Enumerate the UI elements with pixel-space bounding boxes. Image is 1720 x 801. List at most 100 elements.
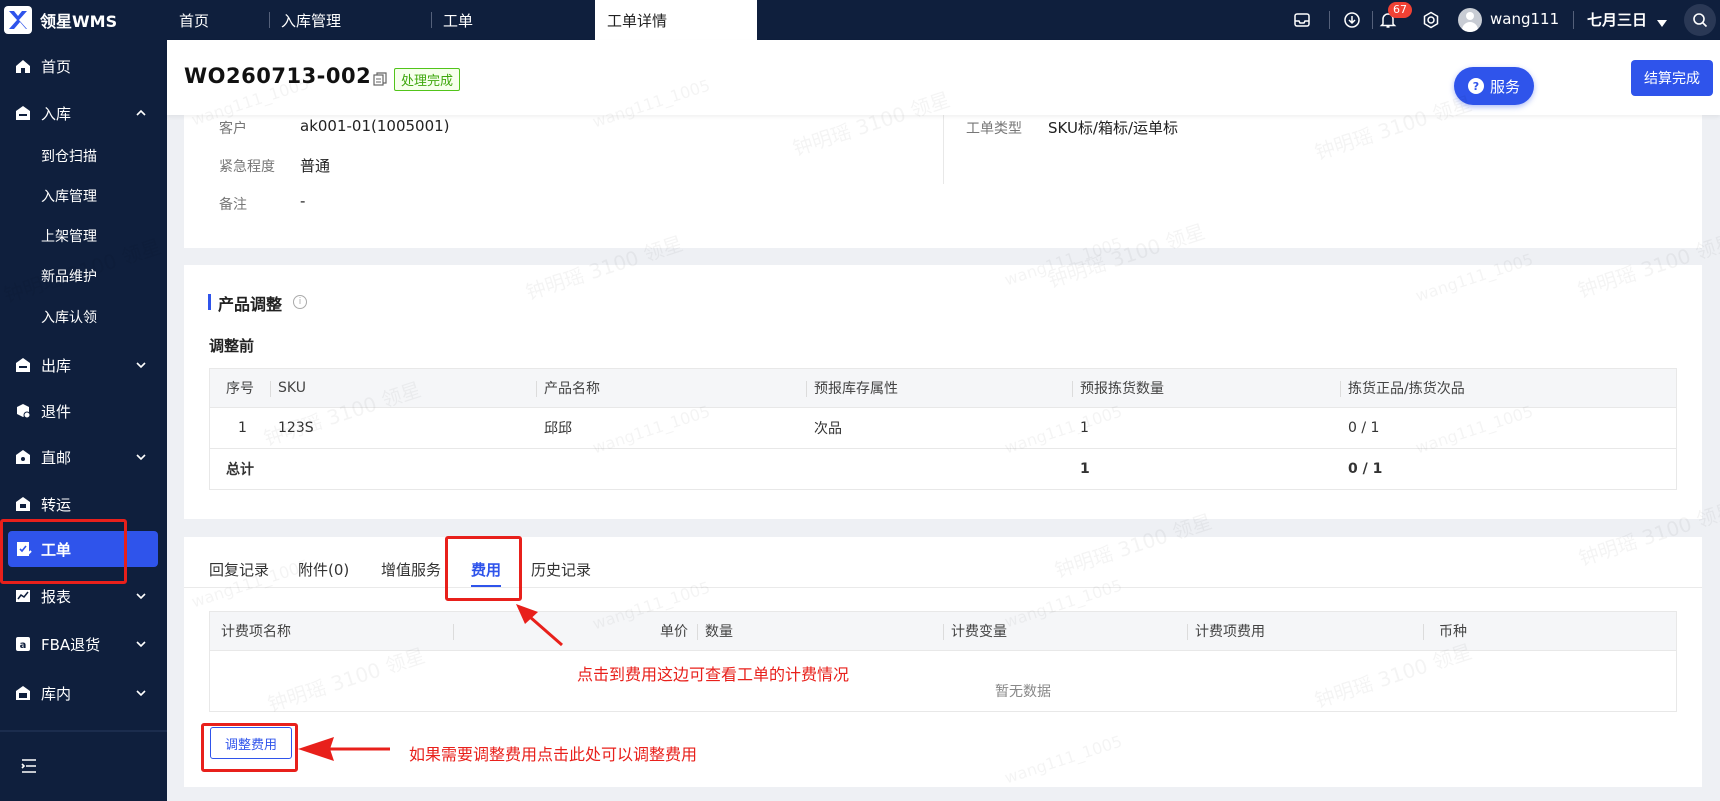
sidebar-subitem-inbound-management[interactable]: 入库管理 — [41, 186, 97, 206]
fba-return-icon: a — [16, 637, 30, 651]
caret-down-icon[interactable] — [1657, 16, 1667, 32]
chevron-down-icon — [136, 641, 146, 648]
column-header: 单价 — [660, 624, 688, 640]
inbox-icon[interactable] — [1290, 8, 1314, 32]
sidebar-item-label: 首页 — [41, 57, 72, 76]
column-header: 币种 — [1439, 624, 1467, 640]
tab-home[interactable]: 首页 — [167, 0, 269, 40]
sidebar-item-warehouse[interactable]: 库内 — [0, 673, 167, 713]
tab-label: 首页 — [179, 11, 210, 30]
column-header: 计费变量 — [951, 624, 1007, 640]
type-label: 工单类型 — [966, 121, 1022, 137]
sidebar-subitem-new-product[interactable]: 新品维护 — [41, 266, 97, 286]
sidebar: 首页 入库 到仓扫描 入库管理 上架管理 新品维护 入库认领 出库 退件 直邮 … — [0, 40, 167, 801]
notification-badge: 67 — [1388, 2, 1412, 18]
info-divider — [943, 114, 944, 184]
report-icon — [16, 590, 30, 602]
date-selector[interactable]: 七月三日 — [1587, 9, 1647, 30]
sidebar-item-home[interactable]: 首页 — [0, 46, 167, 86]
remark-label: 备注 — [219, 197, 247, 213]
transfer-icon — [16, 497, 30, 511]
tab-label: 工单详情 — [607, 11, 668, 30]
copy-icon[interactable] — [373, 72, 387, 86]
chevron-down-icon — [136, 454, 146, 461]
tab-work-order[interactable]: 工单 — [431, 0, 595, 40]
sidebar-subitem-inbound-claim[interactable]: 入库认领 — [41, 307, 97, 327]
tab-separator — [269, 12, 270, 28]
column-header: 预报库存属性 — [814, 381, 898, 397]
table-header: 序号 SKU 产品名称 预报库存属性 预报拣货数量 拣货正品/拣货次品 — [210, 369, 1676, 408]
sidebar-item-direct-mail[interactable]: 直邮 — [0, 437, 167, 477]
type-value: SKU标/箱标/运单标 — [1048, 119, 1179, 137]
tab-value-added-services[interactable]: 增值服务 — [381, 559, 441, 580]
brand-name: 领星WMS — [40, 12, 118, 31]
avatar[interactable] — [1458, 8, 1482, 32]
search-button[interactable] — [1684, 4, 1716, 36]
highlight-box-fee-tab — [445, 536, 522, 601]
customer-label: 客户 — [219, 121, 247, 137]
column-header: SKU — [278, 380, 306, 396]
column-separator — [806, 381, 807, 397]
customer-value: ak001-01(1005001) — [300, 117, 450, 135]
tab-reply-records[interactable]: 回复记录 — [209, 559, 269, 580]
tab-attachments[interactable]: 附件(0) — [298, 559, 349, 580]
settings-icon[interactable] — [1419, 8, 1443, 32]
info-icon[interactable]: i — [293, 295, 307, 309]
table-row: 1 123S 邱邱 次品 1 0 / 1 — [210, 408, 1676, 449]
product-table: 序号 SKU 产品名称 预报库存属性 预报拣货数量 拣货正品/拣货次品 1 12… — [209, 368, 1677, 490]
sidebar-item-returns[interactable]: 退件 — [0, 391, 167, 431]
adjust-fee-annotation: 如果需要调整费用点击此处可以调整费用 — [409, 745, 698, 764]
cell-stock-attribute: 次品 — [814, 421, 842, 437]
return-icon — [17, 404, 31, 419]
sidebar-item-outbound[interactable]: 出库 — [0, 345, 167, 385]
total-label: 总计 — [226, 462, 254, 478]
tab-separator — [431, 12, 432, 28]
download-icon[interactable] — [1340, 8, 1364, 32]
sidebar-subitem-arrival-scan[interactable]: 到仓扫描 — [41, 146, 97, 166]
column-header: 计费项费用 — [1195, 624, 1265, 640]
sidebar-item-inbound[interactable]: 入库 — [0, 93, 167, 133]
sidebar-item-transfer[interactable]: 转运 — [0, 484, 167, 524]
column-separator — [1340, 381, 1341, 397]
username[interactable]: wang111 — [1490, 10, 1559, 28]
brand[interactable]: 领星WMS — [0, 0, 167, 40]
tab-label: 工单 — [443, 11, 474, 30]
section-title: 产品调整 — [208, 291, 282, 315]
cell-index: 1 — [238, 420, 247, 436]
service-button[interactable]: ? 服务 — [1454, 67, 1534, 105]
fee-tab-annotation: 点击到费用这边可查看工单的计费情况 — [577, 665, 850, 684]
cell-picked: 0 / 1 — [1348, 420, 1380, 436]
divider — [1372, 11, 1373, 29]
work-order-header: WO260713-002 处理完成 ? 服务 结算完成 — [167, 40, 1720, 115]
sidebar-item-label: 退件 — [41, 402, 72, 421]
table-header: 计费项名称 单价 数量 计费变量 计费项费用 币种 — [210, 612, 1676, 651]
empty-text: 暂无数据 — [995, 684, 1051, 700]
status-badge: 处理完成 — [394, 68, 461, 91]
column-header: 拣货正品/拣货次品 — [1348, 381, 1465, 397]
column-separator — [697, 624, 698, 640]
settle-complete-button[interactable]: 结算完成 — [1631, 60, 1713, 96]
tab-history[interactable]: 历史记录 — [531, 559, 591, 580]
chevron-down-icon — [136, 690, 146, 697]
table-total-row: 总计 1 0 / 1 — [210, 449, 1676, 489]
tab-work-order-detail[interactable]: 工单详情 — [595, 0, 757, 40]
divider — [1329, 11, 1330, 29]
svg-text:a: a — [20, 640, 27, 651]
empty-row: 暂无数据 — [210, 651, 1676, 711]
divider — [1573, 11, 1574, 29]
cell-sku: 123S — [278, 420, 314, 436]
urgency-label: 紧急程度 — [219, 159, 275, 175]
remark-value: - — [300, 192, 306, 210]
sidebar-item-fba-returns[interactable]: a FBA退货 — [0, 624, 167, 664]
highlight-box-adjust-fee — [201, 723, 298, 772]
column-header: 数量 — [705, 624, 733, 640]
cell-pick-quantity: 1 — [1080, 420, 1089, 436]
tab-inbound-management[interactable]: 入库管理 — [269, 0, 431, 40]
search-icon — [1693, 13, 1708, 28]
menu-collapse-icon[interactable] — [20, 757, 38, 775]
column-separator — [943, 624, 944, 640]
sidebar-item-label: FBA退货 — [41, 635, 101, 654]
direct-mail-icon — [16, 450, 30, 464]
work-order-number: WO260713-002 — [184, 64, 372, 88]
sidebar-subitem-shelving[interactable]: 上架管理 — [41, 226, 97, 246]
